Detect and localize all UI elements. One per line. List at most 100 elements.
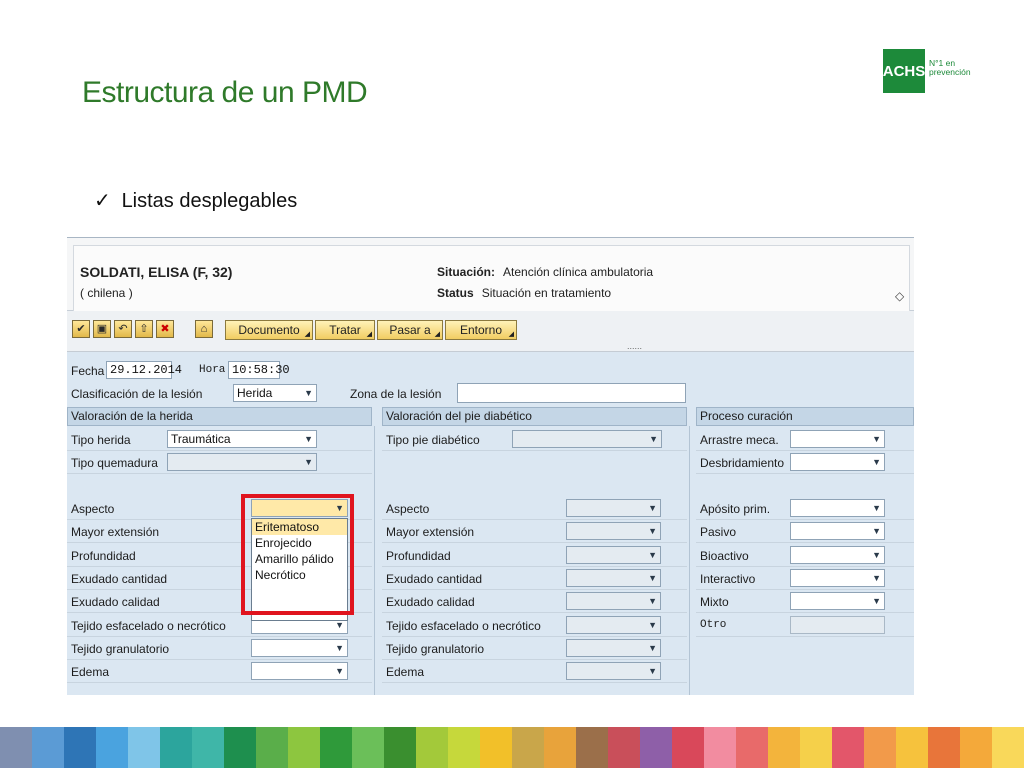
form-row: Interactivo ▼ [696,567,914,590]
situacion: Situación: Atención clínica ambulatoria [437,265,653,279]
hora-input[interactable]: 10:58:30 [228,361,290,379]
arrastre-select[interactable]: ▼ [790,430,885,448]
save-icon[interactable]: ▣ [93,320,111,338]
row-desbridamiento: Desbridamiento ▼ [696,451,914,474]
bullet-item: ✓ Listas desplegables [94,188,297,213]
form-row: Edema ▼ [67,660,372,684]
row-label: Aspecto [386,502,430,516]
dropdown-arrow-icon: ▼ [335,666,344,677]
form-body: Fecha 29.12.2014 Hora 10:58:30 Clasifica… [67,352,914,695]
form-row: Tejido granulatorio ▼ [67,637,372,660]
check-icon[interactable]: ✔ [72,320,90,338]
form-row: Tejido esfacelado o necrótico ▼ [382,614,687,637]
dropdown-arrow-icon: ▼ [648,642,657,653]
dropdown-arrow-icon: ▼ [872,526,881,537]
cancel-icon[interactable]: ✖ [156,320,174,338]
row-arrastre: Arrastre meca. ▼ [696,428,914,451]
resize-grip[interactable]: ...... [627,341,642,351]
exit-icon[interactable]: ⇧ [135,320,153,338]
select-field[interactable]: ▼ [251,638,348,657]
select-field[interactable]: ▼ [790,592,885,611]
row-label: Edema [386,665,425,680]
row-label: Tejido esfacelado o necrótico [386,618,541,633]
logo-tagline: N°1 en prevención [929,59,971,77]
select-field[interactable]: ▼ [790,499,885,517]
row-label: Otro [700,618,727,631]
text-field[interactable] [790,615,885,634]
menu-arrow-icon: ◢ [366,331,372,338]
form-row: Exudado calidad ▼ [382,590,687,614]
row-label: Tejido esfacelado o necrótico [71,618,226,633]
tratar-label: Tratar [329,323,361,337]
select-field[interactable]: ▼ [790,568,885,587]
row-label: Bioactivo [700,548,749,563]
toolbar: ✔ ▣ ↶ ⇧ ✖ ⌂ Documento ◢ Tratar ◢ Pasar a ◢ … [67,311,914,352]
row-tipo-herida: Tipo herida Traumática ▼ [67,428,372,451]
dropdown-arrow-icon: ▼ [648,572,657,583]
documento-label: Documento [238,323,300,337]
lock-icon[interactable]: ⌂ [195,320,213,338]
select-field[interactable]: ▼ [566,568,661,587]
select-field[interactable]: ▼ [566,499,661,517]
status-label: Status [437,286,474,300]
select-field[interactable]: ▼ [251,662,348,681]
decorative-stripe [0,727,1024,768]
back-icon[interactable]: ↶ [114,320,132,338]
expand-diamond-icon[interactable]: ◇ [895,289,904,303]
pasar-button[interactable]: Pasar a ◢ [377,320,443,340]
form-row: Bioactivo ▼ [696,544,914,567]
row-label: Apósito prim. [700,502,771,516]
desbridamiento-select[interactable]: ▼ [790,453,885,471]
form-row: Exudado cantidad ▼ [382,567,687,590]
tipo-quemadura-select[interactable]: ▼ [167,453,317,471]
row-label: Exudado calidad [71,595,160,610]
bullet-text: Listas desplegables [121,190,298,212]
dropdown-arrow-icon: ▼ [872,572,881,583]
clasificacion-label: Clasificación de la lesión [71,387,203,401]
row-label: Tejido granulatorio [71,641,170,656]
patient-name: SOLDATI, ELISA (F, 32) [80,264,233,280]
row-label: Mayor extensión [386,525,475,540]
row-tipo-quemadura: Tipo quemadura ▼ [67,451,372,474]
select-field[interactable]: ▼ [790,545,885,564]
dropdown-arrow-icon: ▼ [649,434,658,444]
row-label: Exudado calidad [386,595,475,610]
select-field[interactable]: ▼ [566,522,661,541]
row-label: Mayor extensión [71,525,160,540]
dropdown-arrow-icon: ▼ [872,434,881,444]
tipo-pie-select[interactable]: ▼ [512,430,662,448]
dropdown-arrow-icon: ▼ [648,526,657,537]
entorno-button[interactable]: Entorno ◢ [445,320,517,340]
select-field[interactable]: ▼ [566,592,661,611]
patient-nationality: ( chilena ) [80,286,133,300]
column-divider [374,426,375,695]
entorno-label: Entorno [459,323,503,337]
achs-logo: ACHS N°1 en prevención [883,49,973,93]
tipo-herida-select[interactable]: Traumática ▼ [167,430,317,448]
hora-label: Hora [199,364,226,376]
dropdown-arrow-icon: ▼ [304,457,313,467]
menu-arrow-icon: ◢ [304,331,310,338]
select-field[interactable]: ▼ [566,638,661,657]
select-field[interactable]: ▼ [790,522,885,541]
zona-input[interactable] [457,383,686,403]
fecha-input[interactable]: 29.12.2014 [106,361,182,379]
fecha-label: Fecha [71,364,105,378]
zona-label: Zona de la lesión [350,387,442,401]
select-field[interactable]: ▼ [566,662,661,681]
situacion-value: Atención clínica ambulatoria [503,265,654,279]
tipo-quemadura-label: Tipo quemadura [71,456,158,470]
tratar-button[interactable]: Tratar ◢ [315,320,375,340]
dropdown-arrow-icon: ▼ [648,596,657,607]
clasificacion-select[interactable]: Herida ▼ [233,384,317,402]
tipo-herida-value: Traumática [171,432,231,446]
select-field[interactable]: ▼ [566,545,661,564]
arrastre-label: Arrastre meca. [700,433,779,447]
select-field[interactable]: ▼ [566,615,661,634]
form-row: Mayor extensión ▼ [382,520,687,544]
form-row: Aspecto ▼ [382,497,687,520]
form-row: Apósito prim. ▼ [696,497,914,520]
patient-header: SOLDATI, ELISA (F, 32) ( chilena ) Situa… [67,238,914,311]
menu-arrow-icon: ◢ [508,331,514,338]
documento-button[interactable]: Documento ◢ [225,320,313,340]
